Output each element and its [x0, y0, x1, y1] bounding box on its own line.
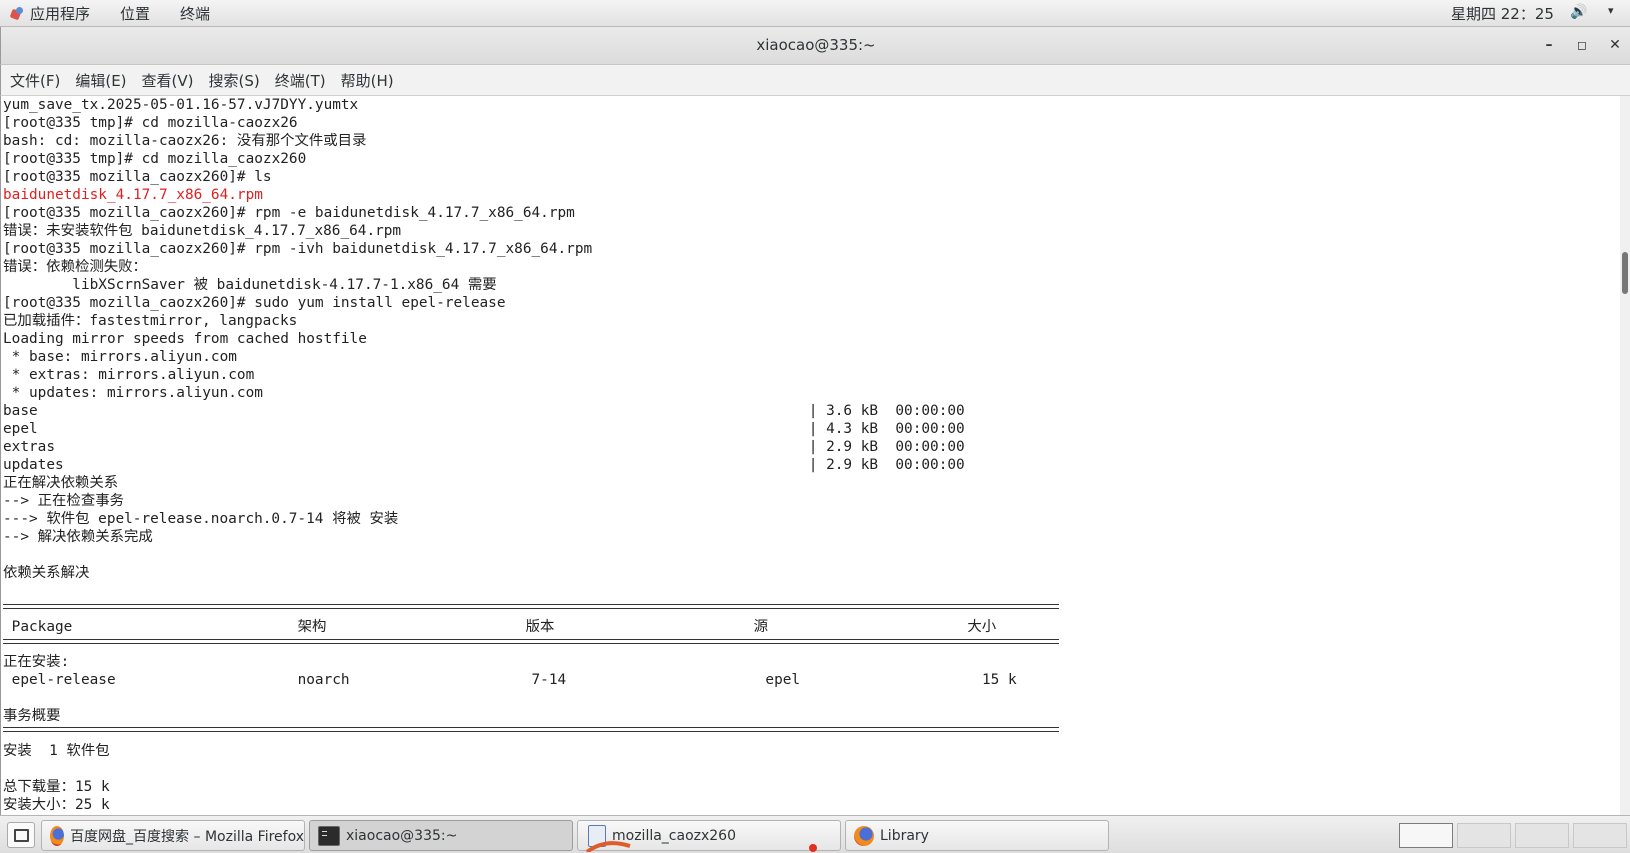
- terminal-line: [root@335 mozilla_caozx260]# ls: [3, 169, 272, 185]
- terminal-line: * updates: mirrors.aliyun.com: [3, 385, 263, 401]
- terminal-line: 依赖关系解决: [3, 565, 90, 581]
- terminal-line: [root@335 mozilla_caozx260]# sudo yum in…: [3, 295, 506, 311]
- terminal-line: 正在安装:: [3, 654, 70, 670]
- places-menu[interactable]: 位置: [120, 3, 150, 24]
- clock[interactable]: 星期四 22：25: [1451, 3, 1554, 24]
- terminal-line: 错误：依赖检测失败：: [3, 259, 147, 275]
- close-button[interactable]: ✕: [1604, 34, 1626, 56]
- terminal-line: --> 解决依赖关系完成: [3, 529, 153, 545]
- applications-icon: [10, 6, 24, 21]
- menu-help[interactable]: 帮助(H): [341, 70, 394, 91]
- taskbar-item-label: xiaocao@335:~: [346, 827, 458, 844]
- terminal-line: 安装 1 软件包: [3, 743, 110, 759]
- taskbar-item-library[interactable]: Library: [845, 820, 1109, 851]
- menu-file[interactable]: 文件(F): [10, 70, 60, 91]
- taskbar-item-terminal[interactable]: xiaocao@335:~: [309, 820, 573, 851]
- system-menu-arrow-icon[interactable]: ▾: [1608, 4, 1614, 17]
- overlay-fragment: [585, 841, 817, 852]
- workspace-4[interactable]: [1573, 823, 1627, 848]
- firefox-icon: [50, 825, 65, 846]
- terminal-icon: [318, 825, 340, 846]
- terminal-line: Loading mirror speeds from cached hostfi…: [3, 331, 367, 347]
- menu-view[interactable]: 查看(V): [142, 70, 194, 91]
- terminal-line: extras | 2.9 kB 00:00:00: [3, 439, 965, 455]
- terminal-line: epel | 4.3 kB 00:00:00: [3, 421, 965, 437]
- terminal-table-header: Package 架构 版本 源 大小: [3, 619, 997, 635]
- terminal-line: 总下载量：15 k: [3, 779, 110, 795]
- terminal-line: bash: cd: mozilla-caozx26: 没有那个文件或目录: [3, 133, 367, 149]
- scrollbar-thumb[interactable]: [1622, 252, 1628, 294]
- applications-menu[interactable]: 应用程序: [30, 3, 90, 24]
- terminal-line: [root@335 tmp]# cd mozilla-caozx26: [3, 115, 298, 131]
- terminal-line: ---> 软件包 epel-release.noarch.0.7-14 将被 安…: [3, 511, 399, 527]
- taskbar-item-firefox[interactable]: 百度网盘_百度搜索 – Mozilla Firefox: [41, 820, 305, 851]
- terminal-line: * extras: mirrors.aliyun.com: [3, 367, 255, 383]
- terminal-line: yum_save_tx.2025-05-01.16-57.vJ7DYY.yumt…: [3, 97, 359, 113]
- show-desktop-icon[interactable]: [7, 822, 35, 848]
- terminal-line: 正在解决依赖关系: [3, 475, 119, 491]
- menu-search[interactable]: 搜索(S): [209, 70, 260, 91]
- terminal-line: --> 正在检查事务: [3, 493, 124, 509]
- terminal-line: 已加载插件：fastestmirror, langpacks: [3, 313, 298, 329]
- speaker-icon[interactable]: 🔊: [1570, 4, 1587, 20]
- table-rule: [3, 604, 1059, 609]
- terminal-line: [root@335 mozilla_caozx260]# rpm -ivh ba…: [3, 241, 593, 257]
- firefox-icon: [854, 825, 874, 846]
- terminal-line: 事务概要: [3, 708, 61, 724]
- terminal-line: [root@335 mozilla_caozx260]# rpm -e baid…: [3, 205, 575, 221]
- terminal-line: * base: mirrors.aliyun.com: [3, 349, 237, 365]
- terminal-line: [root@335 tmp]# cd mozilla_caozx260: [3, 151, 307, 167]
- window-titlebar[interactable]: xiaocao@335:~ – ◻ ✕: [0, 27, 1630, 65]
- menu-edit[interactable]: 编辑(E): [75, 70, 126, 91]
- minimize-button[interactable]: –: [1538, 34, 1560, 56]
- taskbar-item-label: 百度网盘_百度搜索 – Mozilla Firefox: [70, 828, 304, 845]
- workspace-1[interactable]: [1399, 823, 1453, 848]
- terminal-app-menu[interactable]: 终端: [180, 3, 210, 24]
- top-panel-menus: 应用程序 位置 终端: [0, 3, 240, 24]
- table-rule: [3, 727, 1059, 732]
- workspace-3[interactable]: [1515, 823, 1569, 848]
- menubar: 文件(F) 编辑(E) 查看(V) 搜索(S) 终端(T) 帮助(H): [0, 65, 1630, 96]
- workspace-2[interactable]: [1457, 823, 1511, 848]
- terminal-table-row: epel-release noarch 7-14 epel 15 k: [3, 672, 1017, 688]
- terminal-line-rpm-file: baidunetdisk_4.17.7_x86_64.rpm: [3, 187, 263, 203]
- maximize-button[interactable]: ◻: [1571, 34, 1593, 56]
- terminal-scrollbar[interactable]: [1620, 96, 1630, 815]
- terminal-line: base | 3.6 kB 00:00:00: [3, 403, 965, 419]
- menu-terminal[interactable]: 终端(T): [275, 70, 326, 91]
- terminal-line: libXScrnSaver 被 baidunetdisk-4.17.7-1.x8…: [3, 277, 497, 293]
- window-title: xiaocao@335:~: [756, 36, 876, 54]
- table-rule: [3, 639, 1059, 644]
- terminal-line: 错误：未安装软件包 baidunetdisk_4.17.7_x86_64.rpm: [3, 223, 402, 239]
- terminal-line: 安装大小：25 k: [3, 797, 110, 813]
- terminal-line: updates | 2.9 kB 00:00:00: [3, 457, 965, 473]
- terminal-output[interactable]: yum_save_tx.2025-05-01.16-57.vJ7DYY.yumt…: [0, 96, 1621, 815]
- taskbar-item-label: Library: [880, 827, 929, 844]
- top-panel: 应用程序 位置 终端 星期四 22：25 🔊 ▾: [0, 0, 1630, 27]
